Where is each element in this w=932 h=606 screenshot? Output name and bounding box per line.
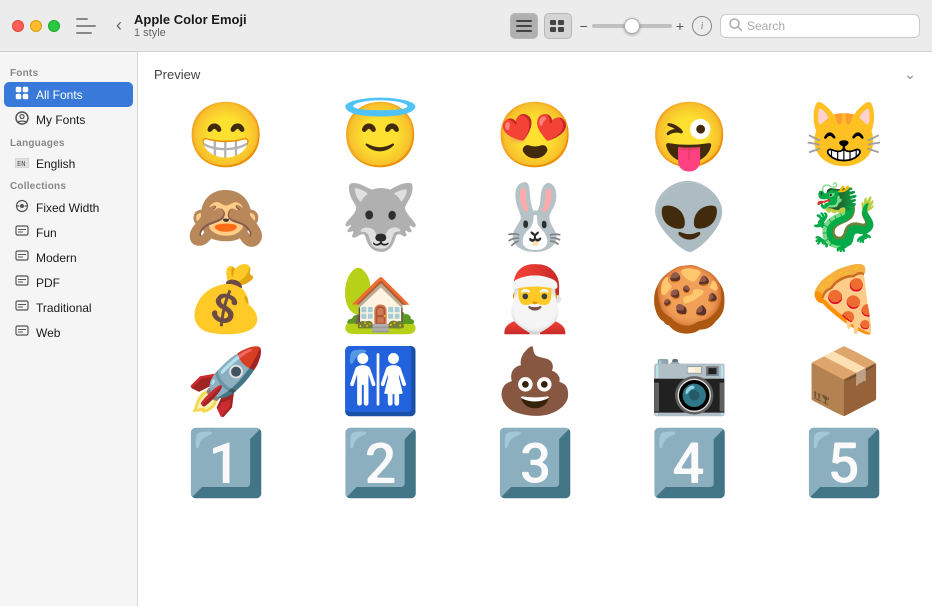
web-label: Web [36, 326, 60, 340]
size-slider[interactable] [592, 24, 672, 28]
fixed-width-label: Fixed Width [36, 201, 99, 215]
my-fonts-icon [14, 111, 30, 128]
emoji-cell: 🐉 [772, 181, 916, 253]
main-container: Fonts All Fonts My Fonts [0, 52, 932, 606]
emoji-cell: 🐰 [463, 181, 607, 253]
list-view-button[interactable] [510, 13, 538, 39]
sidebar-item-fixed-width[interactable]: Fixed Width [4, 195, 133, 220]
sidebar-item-web[interactable]: Web [4, 320, 133, 345]
pdf-label: PDF [36, 276, 60, 290]
search-box [720, 14, 920, 38]
emoji-cell: 😇 [308, 99, 452, 171]
back-button[interactable]: ‹ [116, 15, 122, 36]
emoji-cell: 5️⃣ [772, 427, 916, 499]
slider-decrease-button[interactable]: − [580, 18, 588, 34]
content-area: Preview ⌄ 😁😇😍😜😸 🙈🐺🐰👽🐉 💰🏡🎅🍪🍕 🚀🚻💩📷📦 1️⃣2️⃣3️⃣4… [138, 52, 932, 606]
sidebar-item-english[interactable]: EN English [4, 152, 133, 175]
modern-label: Modern [36, 251, 77, 265]
collections-section-label: Collections [0, 175, 137, 195]
size-slider-group: − + [580, 18, 684, 34]
traditional-icon [14, 299, 30, 316]
info-button[interactable]: i [692, 16, 712, 36]
font-name-label: Apple Color Emoji [134, 12, 247, 27]
web-icon [14, 324, 30, 341]
modern-icon [14, 249, 30, 266]
emoji-cell: 👽 [617, 181, 761, 253]
search-input[interactable] [747, 19, 911, 33]
traffic-lights [12, 20, 60, 32]
emoji-cell: 🚻 [308, 345, 452, 417]
emoji-cell: 😁 [154, 99, 298, 171]
emoji-cell: 💰 [154, 263, 298, 335]
emoji-cell: 😍 [463, 99, 607, 171]
emoji-cell: 📦 [772, 345, 916, 417]
emoji-cell: 💩 [463, 345, 607, 417]
preview-label: Preview [154, 67, 200, 82]
close-button[interactable] [12, 20, 24, 32]
emoji-cell: 🚀 [154, 345, 298, 417]
preview-header: Preview ⌄ [154, 66, 916, 83]
english-icon: EN [14, 156, 30, 171]
sidebar-toggle-button[interactable] [76, 18, 96, 34]
all-fonts-icon [14, 86, 30, 103]
emoji-cell: 📷 [617, 345, 761, 417]
emoji-cell: 😸 [772, 99, 916, 171]
emoji-cell: 🍕 [772, 263, 916, 335]
emoji-cell: 🏡 [308, 263, 452, 335]
sidebar-item-modern[interactable]: Modern [4, 245, 133, 270]
slider-increase-button[interactable]: + [676, 18, 684, 34]
search-icon [729, 18, 742, 34]
sidebar-item-all-fonts[interactable]: All Fonts [4, 82, 133, 107]
maximize-button[interactable] [48, 20, 60, 32]
font-title-group: Apple Color Emoji 1 style [134, 12, 247, 39]
fixed-width-icon [14, 199, 30, 216]
emoji-cell: 2️⃣ [308, 427, 452, 499]
preview-chevron-icon[interactable]: ⌄ [904, 66, 916, 83]
sidebar-item-pdf[interactable]: PDF [4, 270, 133, 295]
all-fonts-label: All Fonts [36, 88, 83, 102]
emoji-cell: 3️⃣ [463, 427, 607, 499]
view-toggle-group [510, 13, 572, 39]
fonts-section-label: Fonts [0, 62, 137, 82]
emoji-cell: 4️⃣ [617, 427, 761, 499]
titlebar: ‹ Apple Color Emoji 1 style − + i [0, 0, 932, 52]
sidebar: Fonts All Fonts My Fonts [0, 52, 138, 606]
emoji-cell: 🍪 [617, 263, 761, 335]
emoji-cell: 1️⃣ [154, 427, 298, 499]
fun-icon [14, 224, 30, 241]
fun-label: Fun [36, 226, 57, 240]
emoji-grid: 😁😇😍😜😸 🙈🐺🐰👽🐉 💰🏡🎅🍪🍕 🚀🚻💩📷📦 1️⃣2️⃣3️⃣4️⃣5️⃣ [154, 99, 916, 499]
traditional-label: Traditional [36, 301, 92, 315]
emoji-cell: 🙈 [154, 181, 298, 253]
emoji-cell: 😜 [617, 99, 761, 171]
emoji-cell: 🎅 [463, 263, 607, 335]
my-fonts-label: My Fonts [36, 113, 85, 127]
grid-view-button[interactable] [544, 13, 572, 39]
sidebar-item-my-fonts[interactable]: My Fonts [4, 107, 133, 132]
sidebar-item-traditional[interactable]: Traditional [4, 295, 133, 320]
svg-text:EN: EN [17, 160, 25, 168]
languages-section-label: Languages [0, 132, 137, 152]
english-label: English [36, 157, 75, 171]
emoji-cell: 🐺 [308, 181, 452, 253]
minimize-button[interactable] [30, 20, 42, 32]
pdf-icon [14, 274, 30, 291]
font-subtitle-label: 1 style [134, 27, 247, 39]
sidebar-item-fun[interactable]: Fun [4, 220, 133, 245]
